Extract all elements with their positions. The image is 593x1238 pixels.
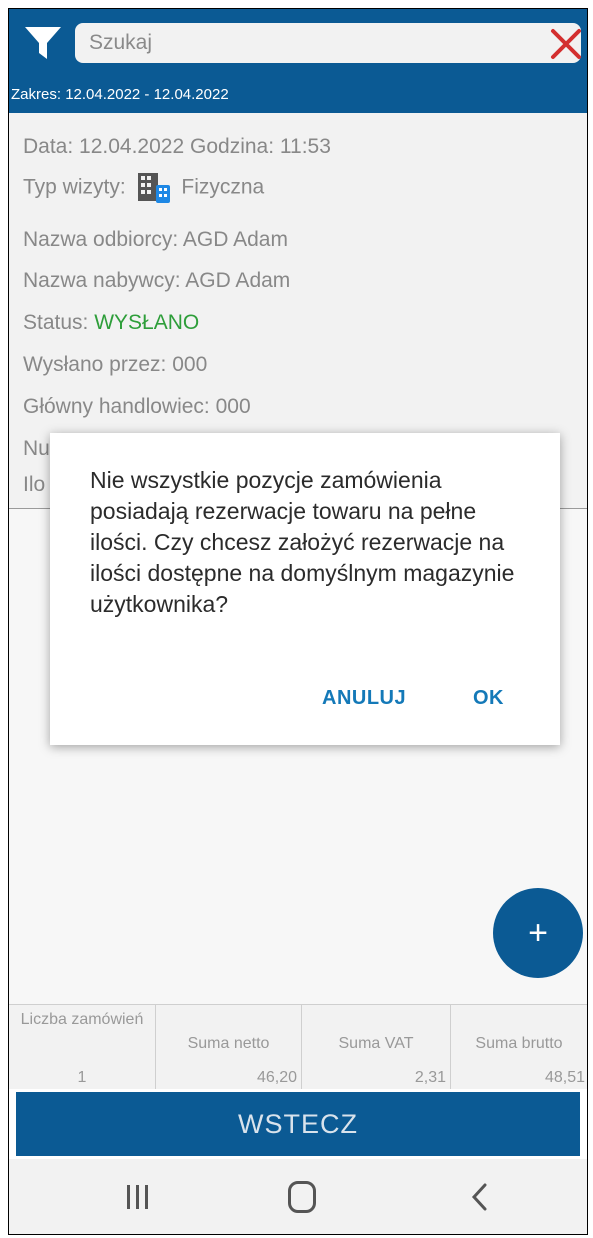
dialog-message: Nie wszystkie pozycje zamówienia posiada… (90, 467, 515, 617)
confirm-dialog: Nie wszystkie pozycje zamówienia posiada… (50, 433, 560, 745)
app-screen: Szukaj Zakres: 12.04.2022 - 12.04.2022 D… (8, 8, 588, 1235)
ok-button[interactable]: OK (473, 687, 504, 710)
cancel-button[interactable]: ANULUJ (322, 687, 406, 710)
